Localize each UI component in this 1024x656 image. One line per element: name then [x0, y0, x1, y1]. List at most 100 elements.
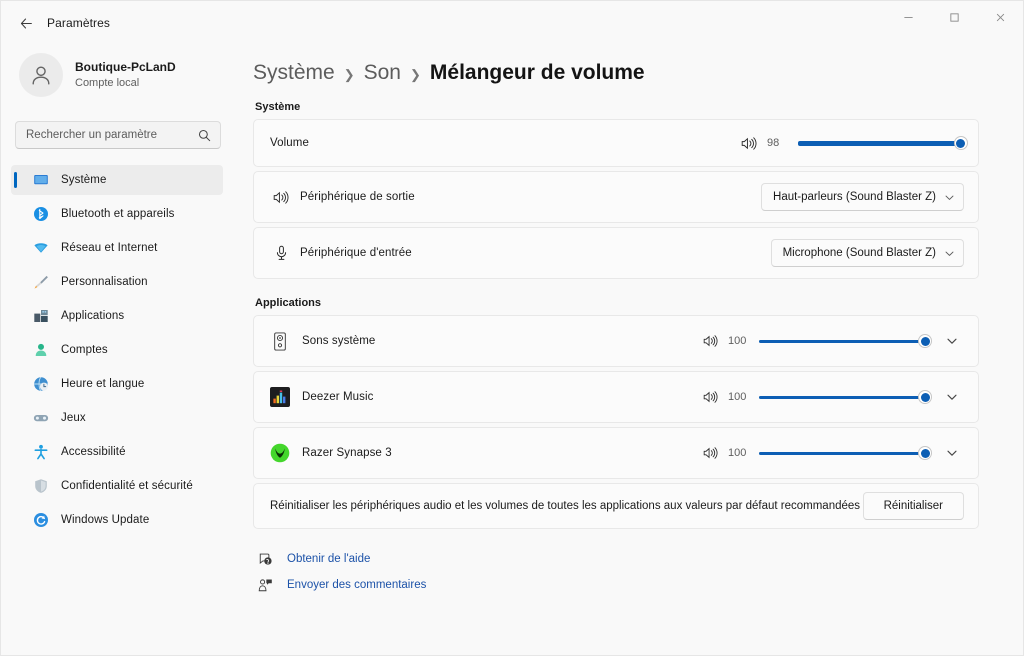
- breadcrumb-parent[interactable]: Système: [253, 61, 335, 85]
- account-tile[interactable]: Boutique-PcLanD Compte local: [11, 47, 223, 103]
- monitor-icon: [33, 172, 49, 188]
- app-volume-value: 100: [728, 447, 750, 459]
- settings-window: Paramètres: [0, 0, 1024, 656]
- chevron-down-icon: [944, 192, 955, 203]
- chevron-down-icon: [946, 391, 958, 403]
- sidebar-item-comptes[interactable]: Comptes: [11, 335, 223, 365]
- sidebar-item-applications[interactable]: Applications: [11, 301, 223, 331]
- slider-thumb[interactable]: [918, 334, 932, 348]
- breadcrumb-middle[interactable]: Son: [364, 61, 401, 85]
- volume-row: Volume 98: [253, 119, 979, 167]
- sidebar-item-heure-et-langue[interactable]: Heure et langue: [11, 369, 223, 399]
- app-volume-slider[interactable]: [759, 332, 925, 350]
- sidebar: Boutique-PcLanD Compte local: [1, 45, 233, 655]
- system-section-label: Système: [255, 101, 979, 113]
- sidebar-item-label: Confidentialité et sécurité: [61, 480, 193, 492]
- app-volume-group: 100: [703, 444, 964, 462]
- app-expand-button[interactable]: [940, 335, 964, 347]
- get-help-label: Obtenir de l'aide: [287, 553, 370, 565]
- output-device-row: Périphérique de sortie Haut-parleurs (So…: [253, 171, 979, 223]
- chevron-down-icon: [946, 335, 958, 347]
- back-button[interactable]: [9, 8, 43, 38]
- close-button[interactable]: [977, 1, 1023, 33]
- app-name: Deezer Music: [302, 391, 703, 403]
- send-feedback-link[interactable]: Envoyer des commentaires: [257, 573, 979, 597]
- search-input[interactable]: [26, 129, 198, 141]
- wifi-icon: [33, 240, 49, 256]
- close-icon: [995, 12, 1006, 23]
- search-icon: [198, 129, 212, 142]
- sidebar-item-accessibilite[interactable]: Accessibilité: [11, 437, 223, 467]
- clock-globe-icon: [33, 376, 49, 392]
- sidebar-item-windows-update[interactable]: Windows Update: [11, 505, 223, 535]
- slider-thumb[interactable]: [918, 390, 932, 404]
- input-device-value: Microphone (Sound Blaster Z): [783, 247, 936, 259]
- arrow-left-icon: [19, 16, 34, 31]
- app-volume-value: 100: [728, 391, 750, 403]
- app-name: Sons système: [302, 335, 703, 347]
- slider-fill: [759, 452, 925, 455]
- sidebar-item-label: Accessibilité: [61, 446, 126, 458]
- output-device-value: Haut-parleurs (Sound Blaster Z): [773, 191, 936, 203]
- sidebar-item-reseau-et-internet[interactable]: Réseau et Internet: [11, 233, 223, 263]
- sidebar-nav: Système Bluetooth et appareils: [11, 165, 223, 539]
- send-feedback-label: Envoyer des commentaires: [287, 579, 426, 591]
- window-title: Paramètres: [47, 16, 110, 30]
- volume-value: 98: [767, 137, 789, 149]
- microphone-icon: [270, 245, 292, 261]
- page-title: Mélangeur de volume: [430, 61, 645, 85]
- reset-description: Réinitialiser les périphériques audio et…: [270, 500, 863, 512]
- app-volume-slider[interactable]: [759, 388, 925, 406]
- account-subtitle: Compte local: [75, 76, 176, 90]
- slider-thumb[interactable]: [954, 136, 968, 150]
- speaker-waves-icon: [741, 136, 758, 151]
- system-card-group: Volume 98: [253, 119, 979, 279]
- slider-fill: [798, 141, 961, 146]
- app-volume-group: 100: [703, 388, 964, 406]
- sidebar-item-label: Bluetooth et appareils: [61, 208, 174, 220]
- apps-card-group: Sons système 100: [253, 315, 979, 529]
- output-device-label: Périphérique de sortie: [300, 191, 761, 203]
- razer-icon: [270, 443, 290, 463]
- slider-fill: [759, 340, 925, 343]
- app-row: Sons système 100: [253, 315, 979, 367]
- sidebar-item-bluetooth-et-appareils[interactable]: Bluetooth et appareils: [11, 199, 223, 229]
- sidebar-item-label: Personnalisation: [61, 276, 148, 288]
- app-expand-button[interactable]: [940, 447, 964, 459]
- sidebar-item-jeux[interactable]: Jeux: [11, 403, 223, 433]
- output-device-dropdown[interactable]: Haut-parleurs (Sound Blaster Z): [761, 183, 964, 211]
- get-help-link[interactable]: Obtenir de l'aide: [257, 547, 979, 571]
- minimize-icon: [903, 12, 914, 23]
- input-device-row: Périphérique d'entrée Microphone (Sound …: [253, 227, 979, 279]
- title-bar: Paramètres: [1, 1, 1023, 45]
- sidebar-item-label: Système: [61, 174, 106, 186]
- input-device-dropdown[interactable]: Microphone (Sound Blaster Z): [771, 239, 964, 267]
- apps-icon: [33, 308, 49, 324]
- paintbrush-icon: [33, 274, 49, 290]
- system-speaker-icon: [270, 331, 290, 351]
- person-icon: [28, 62, 54, 88]
- window-controls: [885, 1, 1023, 33]
- app-volume-slider[interactable]: [759, 444, 925, 462]
- slider-fill: [759, 396, 925, 399]
- chevron-down-icon: [946, 447, 958, 459]
- search-box[interactable]: [15, 121, 221, 149]
- reset-row: Réinitialiser les périphériques audio et…: [253, 483, 979, 529]
- reset-button[interactable]: Réinitialiser: [863, 492, 964, 520]
- apps-section-label: Applications: [255, 297, 979, 309]
- maximize-icon: [949, 12, 960, 23]
- gamepad-icon: [33, 410, 49, 426]
- sidebar-item-confidentialite-et-securite[interactable]: Confidentialité et sécurité: [11, 471, 223, 501]
- sidebar-item-personnalisation[interactable]: Personnalisation: [11, 267, 223, 297]
- main-content: Système ❯ Son ❯ Mélangeur de volume Syst…: [233, 45, 1023, 655]
- slider-thumb[interactable]: [918, 446, 932, 460]
- breadcrumb-separator-icon: ❯: [344, 64, 355, 83]
- sidebar-item-label: Réseau et Internet: [61, 242, 157, 254]
- maximize-button[interactable]: [931, 1, 977, 33]
- app-expand-button[interactable]: [940, 391, 964, 403]
- minimize-button[interactable]: [885, 1, 931, 33]
- sidebar-item-label: Heure et langue: [61, 378, 144, 390]
- volume-slider[interactable]: [798, 134, 964, 152]
- help-icon: [257, 552, 273, 567]
- sidebar-item-systeme[interactable]: Système: [11, 165, 223, 195]
